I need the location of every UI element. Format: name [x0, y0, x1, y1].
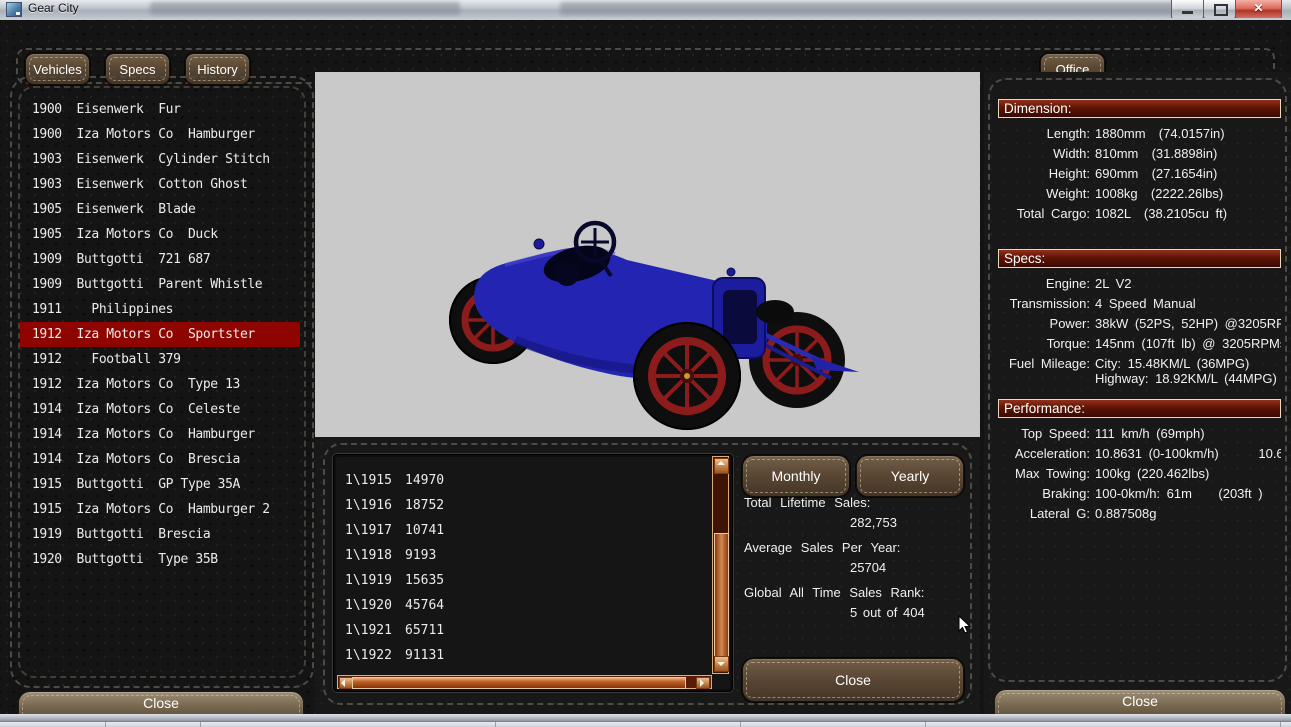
detail-row: Power: 38kW (52PS, 52HP) @3205RPMs [998, 314, 1281, 334]
vehicle-list-item[interactable]: 1905 Iza Motors Co Duck [20, 222, 300, 247]
car-3d-viewport[interactable] [315, 72, 980, 437]
arrow-left-icon [341, 679, 345, 687]
vehicle-list-item[interactable]: 1912 Iza Motors Co Type 13 [20, 372, 300, 397]
sales-rank-value: 5 out of 404 [744, 603, 976, 623]
sales-totals: Total Lifetime Sales: 282,753 Average Sa… [744, 493, 976, 628]
detail-row: Top Speed: 111 km/h (69mph) [998, 424, 1281, 444]
gear-city-window: Gear City ✕ Vehicles Specs History Offic… [0, 0, 1291, 727]
window-frame-bottom [0, 714, 1291, 721]
minimize-icon [1182, 11, 1193, 14]
vehicle-list-item[interactable]: 1903 Eisenwerk Cylinder Stitch [20, 147, 300, 172]
section-header: Dimension: [998, 99, 1281, 118]
section-rows: Length: 1880mm (74.0157in) Width: 810mm … [998, 124, 1281, 224]
vehicle-list-item[interactable]: 1905 Eisenwerk Blade [20, 197, 300, 222]
detail-row: Width: 810mm (31.8898in) [998, 144, 1281, 164]
scroll-up-button[interactable] [714, 458, 729, 474]
background-window-blur [560, 2, 1180, 15]
vehicle-list-item[interactable]: 1914 Iza Motors Co Hamburger [20, 422, 300, 447]
vehicle-list-item[interactable]: 1900 Iza Motors Co Hamburger [20, 122, 300, 147]
vehicle-list-item[interactable]: 1911 Philippines [20, 297, 300, 322]
car-3d-render [315, 72, 980, 437]
taskbar-strip [0, 721, 1291, 727]
minimize-button[interactable] [1171, 0, 1204, 20]
section-rows: Engine: 2L V2 Transmission: 4 Speed Manu… [998, 274, 1281, 386]
near-front-wheel [633, 322, 741, 430]
vehicle-list-item[interactable]: 1914 Iza Motors Co Brescia [20, 447, 300, 472]
vehicle-list-item[interactable]: 1920 Buttgotti Type 35B [20, 547, 300, 572]
nav-vehicles-button[interactable]: Vehicles [25, 53, 90, 85]
detail-row: Braking: 100-0km/h: 61m (203ft ) [998, 484, 1281, 504]
detail-row: Engine: 2L V2 [998, 274, 1281, 294]
monthly-button[interactable]: Monthly [742, 455, 850, 497]
detail-row: Fuel Mileage: City: 15.48KM/L (36MPG) Hi… [998, 354, 1281, 386]
lifetime-sales-label: Total Lifetime Sales: [744, 493, 976, 513]
title-bar[interactable]: Gear City ✕ [0, 0, 1291, 19]
sales-list: 1\191514970 1\191618752 1\191710741 1\19… [345, 468, 685, 668]
detail-row: Transmission: 4 Speed Manual [998, 294, 1281, 314]
average-sales-label: Average Sales Per Year: [744, 538, 976, 558]
vehicle-list-item[interactable]: 1915 Iza Motors Co Hamburger 2 [20, 497, 300, 522]
close-window-button[interactable]: ✕ [1235, 0, 1282, 20]
detail-row: Weight: 1008kg (2222.26lbs) [998, 184, 1281, 204]
tank [756, 300, 794, 324]
section-header: Specs: [998, 249, 1281, 268]
scroll-left-button[interactable] [339, 677, 353, 689]
detail-row: Total Cargo: 1082L (38.2105cu ft) [998, 204, 1281, 224]
vehicle-list-item[interactable]: 1912 Football 379 [20, 347, 300, 372]
details-section: Performance: Top Speed: 111 km/h (69mph)… [998, 399, 1281, 524]
maximize-button[interactable] [1203, 0, 1236, 20]
section-header: Performance: [998, 399, 1281, 418]
arrow-down-icon [717, 662, 725, 666]
maximize-icon [1214, 4, 1228, 16]
horizontal-scroll-thumb[interactable] [352, 677, 686, 689]
mouse-cursor-icon [958, 615, 972, 640]
vehicle-list-item[interactable]: 1912 Iza Motors Co Sportster [20, 322, 300, 347]
sales-row[interactable]: 1\192291131 [345, 643, 685, 668]
vehicle-list-item[interactable]: 1915 Buttgotti GP Type 35A [20, 472, 300, 497]
app-icon [6, 2, 22, 17]
details-section: Specs: Engine: 2L V2 Transmission: 4 Spe… [998, 249, 1281, 386]
background-window-blur [150, 2, 460, 15]
section-rows: Top Speed: 111 km/h (69mph) Acceleration… [998, 424, 1281, 524]
details-section: Dimension: Length: 1880mm (74.0157in) Wi… [998, 99, 1281, 224]
detail-row: Max Towing: 100kg (220.462lbs) [998, 464, 1281, 484]
sales-row[interactable]: 1\191514970 [345, 468, 685, 493]
window-title: Gear City [28, 1, 79, 15]
vehicle-list-item[interactable]: 1909 Buttgotti Parent Whistle [20, 272, 300, 297]
sales-rank-label: Global All Time Sales Rank: [744, 583, 976, 603]
detail-row: Lateral G: 0.887508g [998, 504, 1281, 524]
average-sales-value: 25704 [744, 558, 976, 578]
vehicle-list: 1900 Eisenwerk Fur 1900 Iza Motors Co Ha… [20, 97, 300, 572]
sales-horizontal-scrollbar[interactable] [337, 675, 712, 689]
vehicle-list-item[interactable]: 1909 Buttgotti 721 687 [20, 247, 300, 272]
nav-history-button[interactable]: History [185, 53, 250, 85]
scroll-right-button[interactable] [696, 677, 710, 689]
detail-row: Acceleration: 10.8631 (0-100km/h) 10.667… [998, 444, 1281, 464]
yearly-button[interactable]: Yearly [856, 455, 964, 497]
sales-row[interactable]: 1\192165711 [345, 618, 685, 643]
sales-row[interactable]: 1\191915635 [345, 568, 685, 593]
detail-row: Height: 690mm (27.1654in) [998, 164, 1281, 184]
scroll-down-button[interactable] [714, 656, 729, 672]
vehicle-list-item[interactable]: 1919 Buttgotti Brescia [20, 522, 300, 547]
sales-row[interactable]: 1\19189193 [345, 543, 685, 568]
arrow-right-icon [700, 679, 704, 687]
arrow-up-icon [717, 461, 725, 465]
sales-row[interactable]: 1\191618752 [345, 493, 685, 518]
vertical-scroll-thumb[interactable] [714, 533, 729, 657]
sales-row[interactable]: 1\192045764 [345, 593, 685, 618]
sales-vertical-scrollbar[interactable] [712, 456, 729, 674]
sales-close-button[interactable]: Close [742, 658, 964, 702]
details-panel: Dimension: Length: 1880mm (74.0157in) Wi… [984, 72, 1291, 714]
detail-row: Length: 1880mm (74.0157in) [998, 124, 1281, 144]
sales-row[interactable]: 1\191710741 [345, 518, 685, 543]
close-icon: ✕ [1236, 1, 1281, 15]
nav-specs-button[interactable]: Specs [105, 53, 170, 85]
detail-row: Torque: 145nm (107ft lb) @ 3205RPMs [998, 334, 1281, 354]
vehicle-list-item[interactable]: 1903 Eisenwerk Cotton Ghost [20, 172, 300, 197]
lifetime-sales-value: 282,753 [744, 513, 976, 533]
vehicle-list-item[interactable]: 1914 Iza Motors Co Celeste [20, 397, 300, 422]
vehicle-list-item[interactable]: 1900 Eisenwerk Fur [20, 97, 300, 122]
